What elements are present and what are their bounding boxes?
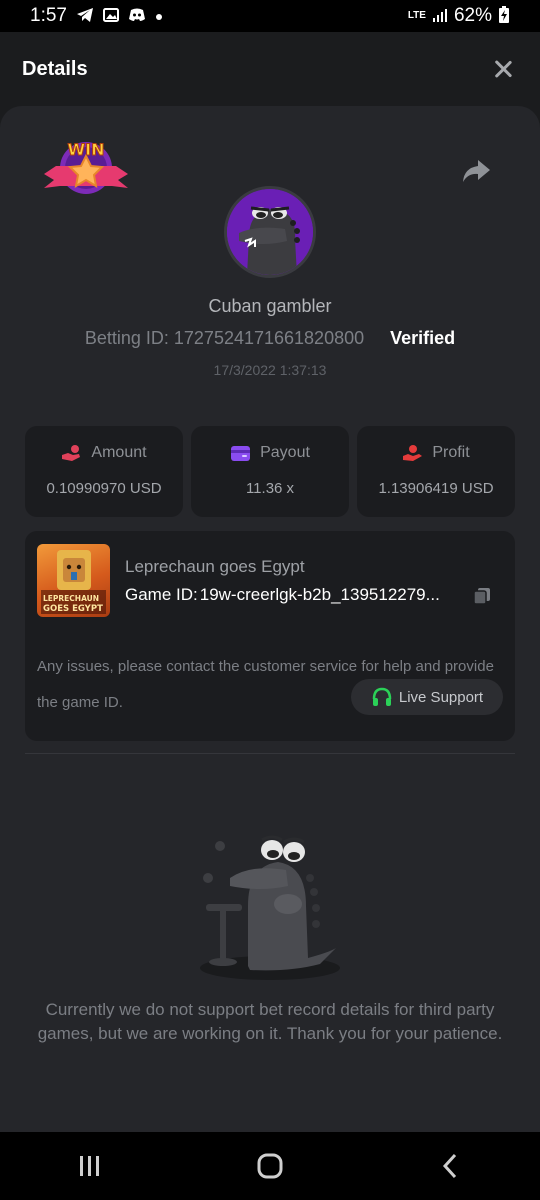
game-thumb-title-top: LEPRECHAUN — [43, 594, 99, 603]
status-left: 1:57 — [30, 5, 163, 27]
stat-payout-value: 11.36 x — [245, 480, 295, 497]
gallery-icon — [102, 7, 119, 25]
stat-payout: Payout 11.36 x — [191, 426, 349, 517]
home-button[interactable] — [250, 1146, 290, 1186]
bet-timestamp: 17/3/2022 1:37:13 — [213, 362, 327, 378]
game-thumb-title-bottom: GOES EGYPT — [43, 604, 103, 614]
signal-icon — [432, 7, 448, 25]
page-title: Details — [22, 57, 88, 80]
share-icon[interactable] — [460, 157, 492, 185]
recent-apps-icon — [80, 1156, 99, 1176]
status-bar: 1:57 LTE 62% — [0, 0, 540, 32]
stat-profit-value: 1.13906419 USD — [378, 480, 494, 497]
game-thumbnail[interactable]: LEPRECHAUN GOES EGYPT — [37, 544, 110, 617]
game-name: Leprechaun goes Egypt — [125, 557, 305, 576]
discord-icon — [128, 8, 146, 24]
stat-amount-label: Amount — [91, 444, 147, 461]
notification-dot-icon — [155, 9, 163, 23]
details-header: Details — [0, 32, 540, 106]
third-party-notice: Currently we do not support bet record d… — [37, 1000, 503, 1043]
stat-payout-label: Payout — [260, 444, 310, 461]
stats-row: Amount 0.10990970 USD Payout 11.36 x Pro… — [25, 426, 515, 517]
copy-icon[interactable] — [472, 586, 492, 606]
status-time: 1:57 — [30, 5, 67, 26]
game-id-label: Game ID: — [125, 585, 198, 604]
battery-percent: 62% — [453, 5, 492, 26]
telegram-icon — [76, 7, 94, 25]
close-button[interactable] — [492, 58, 514, 80]
system-nav-bar — [0, 1132, 540, 1200]
stat-amount-head: Amount — [61, 444, 147, 462]
stat-profit-head: Profit — [402, 444, 470, 462]
battery-icon — [498, 6, 510, 26]
status-right: LTE 62% — [408, 5, 510, 27]
home-icon — [257, 1153, 283, 1179]
verified-label: Verified — [390, 328, 456, 348]
network-type: LTE — [407, 10, 426, 21]
wallet-icon — [230, 444, 251, 462]
back-button[interactable] — [430, 1146, 470, 1186]
recent-apps-button[interactable] — [70, 1146, 110, 1186]
live-support-label: Live Support — [398, 688, 484, 706]
avatar — [224, 186, 316, 278]
betting-id: Betting ID: 1727524171661820800 — [84, 328, 365, 348]
divider — [25, 753, 515, 754]
game-id-row: Game ID: 19w-creerlgk-b2b_139512279... — [125, 585, 440, 605]
win-text: WIN — [68, 140, 105, 159]
stat-payout-head: Payout — [230, 444, 310, 462]
username: Cuban gambler — [208, 296, 332, 316]
hand-money-icon — [402, 444, 423, 462]
live-support-button[interactable]: Live Support — [351, 679, 503, 715]
betting-row: Betting ID: 1727524171661820800 Verified — [0, 328, 540, 349]
back-chevron-icon — [442, 1153, 457, 1179]
stat-profit-label: Profit — [432, 444, 470, 461]
crocodile-illustration — [190, 826, 350, 990]
stat-amount: Amount 0.10990970 USD — [25, 426, 183, 517]
hand-coins-icon — [61, 444, 82, 462]
win-badge: WIN — [42, 136, 130, 202]
game-card: LEPRECHAUN GOES EGYPT Leprechaun goes Eg… — [25, 531, 515, 741]
game-id-value: 19w-creerlgk-b2b_139512279... — [199, 585, 440, 604]
headset-icon — [372, 687, 392, 706]
stat-amount-value: 0.10990970 USD — [46, 480, 162, 497]
stat-profit: Profit 1.13906419 USD — [357, 426, 515, 517]
